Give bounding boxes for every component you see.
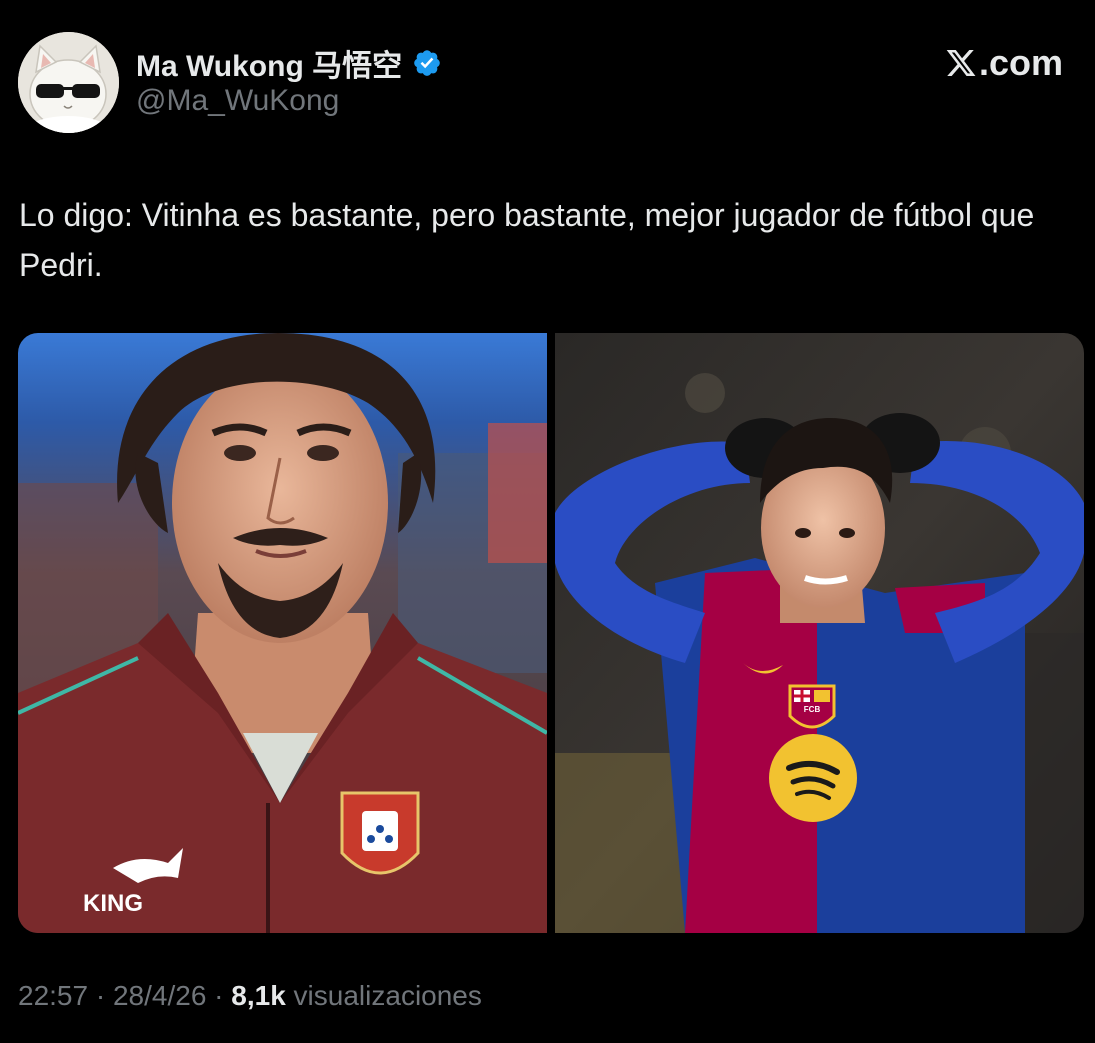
jacket-text: KING [83, 890, 143, 917]
verified-badge-icon [414, 50, 440, 76]
avatar[interactable] [18, 32, 119, 133]
tweet-text: Lo digo: Vitinha es bastante, pero basta… [19, 197, 1035, 283]
author-name-row[interactable]: Ma Wukong 马悟空 [136, 40, 442, 86]
tweet-image-left[interactable]: KING [18, 333, 547, 933]
views-count[interactable]: 8,1k [231, 980, 286, 1011]
meta-separator: · [88, 980, 113, 1011]
player-portrait-image: KING [18, 333, 547, 933]
views-label: visualizaciones [285, 980, 482, 1011]
tweet-date[interactable]: 28/4/26 [113, 980, 206, 1011]
x-logo-icon [946, 50, 976, 76]
site-label: .com [978, 42, 1063, 83]
tweet-meta: 22:57 · 28/4/26 · 8,1k visualizaciones [18, 980, 482, 1012]
player-reaction-image: FCB [555, 333, 1084, 933]
author-handle[interactable]: @Ma_WuKong [136, 84, 339, 118]
x-com-badge[interactable]: .com [945, 42, 1063, 84]
author-name[interactable]: Ma Wukong 马悟空 [136, 41, 402, 85]
tweet-time[interactable]: 22:57 [18, 980, 88, 1011]
avatar-cat-sunglasses-icon [18, 32, 119, 133]
crest-text: FCB [804, 705, 821, 714]
meta-separator: · [206, 980, 232, 1011]
tweet-image-right[interactable]: FCB [555, 333, 1084, 933]
